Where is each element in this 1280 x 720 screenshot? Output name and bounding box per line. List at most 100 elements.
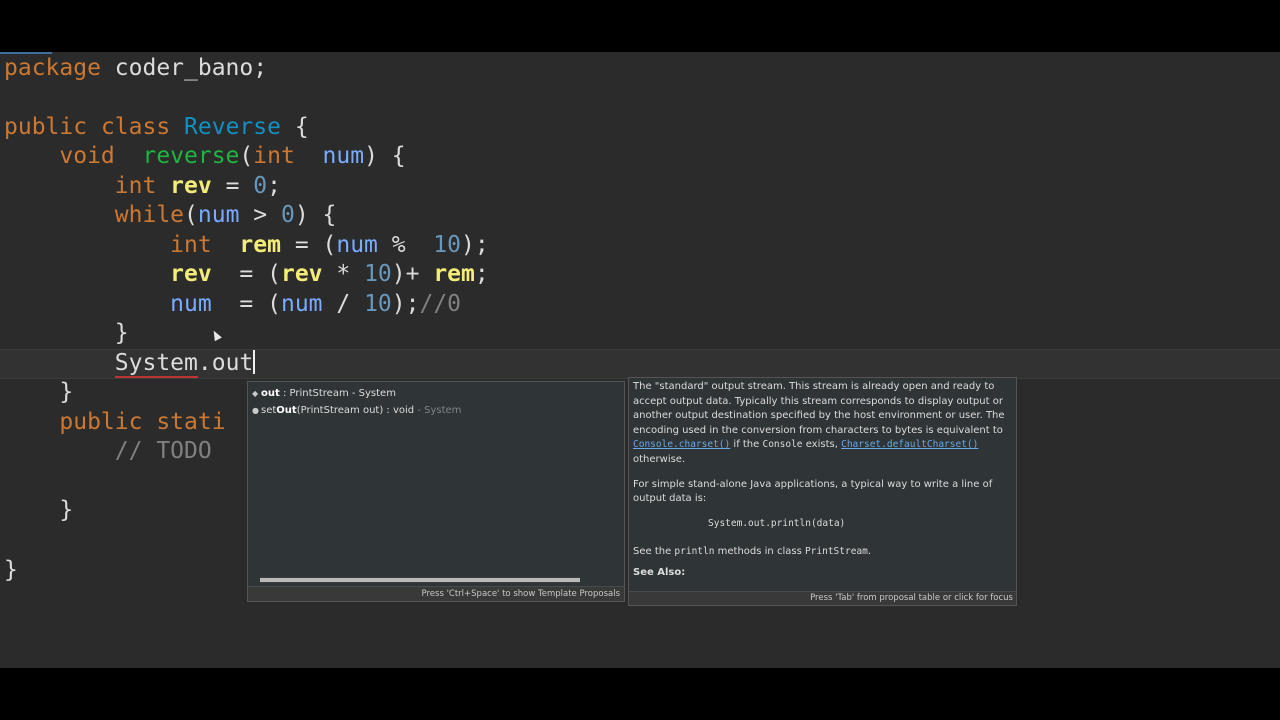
number-literal: 10 [364,261,392,287]
method-icon: ● [252,406,259,415]
operator: = [211,173,254,199]
javadoc-paragraph: The "standard" output stream. This strea… [633,380,1011,468]
keyword: int [114,173,157,199]
charset-default-link[interactable]: Charset.defaultCharset() [841,439,978,450]
parameter: num [336,232,378,258]
operator: * [322,261,365,287]
comment: // TODO [114,438,212,464]
punctuation: ); [391,291,420,317]
content-assist-popup[interactable]: ◆ out : PrintStream - System ● setOut(Prin… [247,381,625,602]
code-line[interactable]: } [4,495,73,525]
code-line[interactable]: num = (num / 10);//0 [4,289,461,319]
number-literal: 0 [253,173,268,199]
proposal-qualifier: - System [414,405,462,416]
console-charset-link[interactable]: Console.charset() [633,439,730,450]
keyword: int [170,232,212,258]
local-variable: rem [211,232,281,258]
punctuation: ; [267,173,281,199]
keyword: int [253,143,295,169]
javadoc-body: The "standard" output stream. This strea… [633,380,1011,581]
proposal-item-setout[interactable]: ● setOut(PrintStream out) : void - System [252,402,461,419]
code-line[interactable]: int rev = 0; [4,171,281,201]
operator: % [377,232,434,258]
content-assist-status: Press 'Ctrl+Space' to show Template Prop… [248,586,624,601]
punctuation: ( [184,202,198,228]
keyword: public [4,114,88,140]
operator: )+ [391,261,434,287]
punctuation: ); [461,232,489,258]
code-line[interactable]: } [4,318,129,348]
doc-text: otherwise. [633,453,686,465]
operator: / [322,291,365,317]
parameter: num [170,291,212,317]
javadoc-status: Press 'Tab' from proposal table or click… [629,591,1016,605]
operator: = ( [280,232,337,258]
number-literal: 10 [433,232,461,258]
horizontal-scrollbar[interactable] [260,577,580,583]
keyword: package [4,55,101,81]
code-line[interactable]: package coder_bano; [4,53,267,83]
keyword: public [59,409,143,435]
punctuation: { [280,114,309,140]
proposal-name-prefix: set [261,405,277,416]
code-line[interactable]: int rem = (num % 10); [4,230,489,260]
keyword: void [59,143,115,169]
doc-text: . [867,546,872,558]
punctuation: ; [474,261,489,287]
keyword: while [114,202,185,228]
javadoc-code-sample: System.out.println(data) [708,517,846,529]
local-variable: rev [156,173,212,199]
proposal-detail: (PrintStream out) : void [296,405,415,416]
javadoc-paragraph: See the println methods in class PrintSt… [633,545,1011,560]
operator: = ( [211,291,281,317]
operator: > [239,202,281,228]
system-class-error: System [114,350,198,378]
doc-text: methods in class [714,546,805,558]
local-variable: rev [280,261,323,287]
code-line[interactable]: public class Reverse { [4,112,309,142]
field-icon: ◆ [252,389,259,398]
code-line[interactable]: public stati [4,407,226,437]
punctuation: ) { [294,202,337,228]
parameter: num [280,291,323,317]
proposal-item-out[interactable]: ◆ out : PrintStream - System [252,385,396,402]
see-also-heading: See Also: [633,566,686,578]
proposal-detail: : PrintStream - System [279,388,396,399]
code-line-current[interactable]: System.out [4,348,256,378]
javadoc-paragraph: For simple stand-alone Java applications… [633,478,993,505]
operator: = ( [211,261,281,287]
proposal-name: out [261,388,280,399]
code-line[interactable]: } [4,377,73,407]
parameter: num [197,202,240,228]
class-name: Reverse [184,114,281,140]
keyword: stati [142,409,226,435]
comment: //0 [419,291,462,317]
local-variable: rev [170,261,212,287]
doc-code: PrintStream [804,546,868,558]
punctuation: ) { [364,143,406,169]
doc-text: See the [633,546,675,558]
closing-brace: } [4,557,18,583]
closing-brace: } [4,320,129,346]
code-line[interactable]: } [4,555,18,585]
doc-code: println [674,546,715,558]
scrollbar-thumb[interactable] [260,578,580,582]
doc-text: if the [730,439,763,451]
javadoc-hover-panel[interactable]: The "standard" output stream. This strea… [628,377,1017,606]
proposal-name: Out [276,405,297,416]
code-line[interactable]: // TODO [4,436,212,466]
code-line[interactable]: void reverse(int num) { [4,141,406,171]
doc-code: Console [762,439,803,451]
code-line[interactable]: rev = (rev * 10)+ rem; [4,259,489,289]
code-line[interactable]: while(num > 0) { [4,200,337,230]
number-literal: 0 [280,202,295,228]
